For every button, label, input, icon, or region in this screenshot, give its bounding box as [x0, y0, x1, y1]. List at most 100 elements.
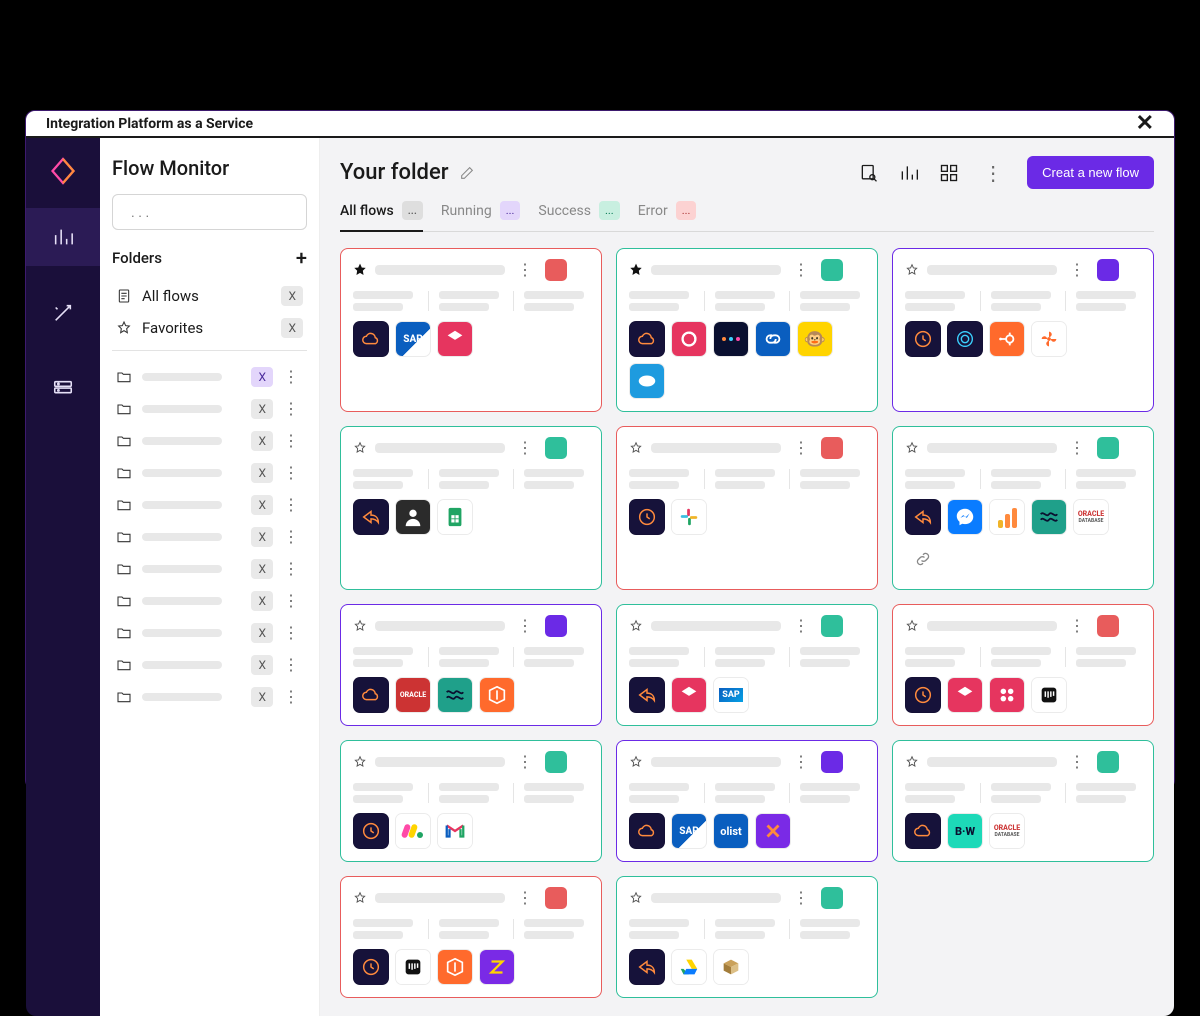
more-icon[interactable]: ⋮	[279, 657, 303, 673]
more-icon[interactable]: ⋮	[279, 369, 303, 385]
card-more-icon[interactable]: ⋮	[513, 262, 537, 278]
more-icon[interactable]: ⋮	[279, 401, 303, 417]
tab-running[interactable]: Running...	[441, 201, 521, 232]
app-chain-icon	[755, 321, 791, 357]
favorite-star-icon[interactable]	[629, 755, 643, 769]
folder-item[interactable]: X⋮	[112, 457, 307, 489]
folder-item[interactable]: X⋮	[112, 489, 307, 521]
favorite-star-icon[interactable]	[905, 441, 919, 455]
flow-card[interactable]: ⋮	[340, 426, 602, 590]
favorite-star-icon[interactable]	[353, 755, 367, 769]
grid-icon[interactable]	[939, 163, 959, 183]
page-title: Your folder	[340, 160, 449, 185]
card-more-icon[interactable]: ⋮	[789, 618, 813, 634]
folder-item[interactable]: X⋮	[112, 617, 307, 649]
favorite-star-icon[interactable]	[905, 755, 919, 769]
tab-error[interactable]: Error...	[638, 201, 697, 232]
flow-card[interactable]: ⋮	[892, 248, 1154, 412]
card-more-icon[interactable]: ⋮	[513, 890, 537, 906]
card-more-icon[interactable]: ⋮	[789, 440, 813, 456]
app-oracle-solid-icon: ORACLE	[395, 677, 431, 713]
folder-item[interactable]: X⋮	[112, 361, 307, 393]
flow-card[interactable]: ⋮B·WORACLEDATABASE	[892, 740, 1154, 862]
flow-card[interactable]: ⋮	[340, 740, 602, 862]
nav-wand[interactable]	[26, 284, 100, 342]
divider	[112, 350, 307, 351]
flow-card[interactable]: ⋮	[340, 876, 602, 998]
folder-icon	[116, 561, 132, 577]
edit-icon[interactable]	[459, 165, 475, 181]
app-mailchimp-icon: 🐵	[797, 321, 833, 357]
more-icon[interactable]: ⋮	[279, 465, 303, 481]
tab-label: Running	[441, 203, 492, 219]
add-folder-button[interactable]: +	[296, 246, 307, 270]
file-search-icon[interactable]	[859, 163, 879, 183]
flow-card[interactable]: ⋮SAP	[616, 604, 878, 726]
close-icon[interactable]: ✕	[1136, 111, 1154, 136]
flow-card[interactable]: ⋮ORACLEDATABASE	[892, 426, 1154, 590]
card-more-icon[interactable]: ⋮	[1065, 440, 1089, 456]
flow-card[interactable]: ⋮	[616, 426, 878, 590]
favorite-star-icon[interactable]	[629, 441, 643, 455]
folder-item[interactable]: X⋮	[112, 681, 307, 713]
favorite-star-icon[interactable]	[905, 619, 919, 633]
app-navy-dots-icon	[713, 321, 749, 357]
favorite-star-icon[interactable]	[629, 891, 643, 905]
count-badge: X	[281, 286, 303, 306]
favorite-star-icon[interactable]	[353, 619, 367, 633]
card-more-icon[interactable]: ⋮	[513, 618, 537, 634]
more-icon[interactable]: ⋮	[279, 433, 303, 449]
app-slack-icon	[671, 499, 707, 535]
card-more-icon[interactable]: ⋮	[789, 262, 813, 278]
flow-card[interactable]: ⋮SAPolist	[616, 740, 878, 862]
card-more-icon[interactable]: ⋮	[789, 890, 813, 906]
more-icon[interactable]: ⋮	[279, 625, 303, 641]
nav-monitor[interactable]	[26, 208, 100, 266]
tab-all-flows[interactable]: All flows...	[340, 201, 423, 232]
search-input-wrap[interactable]	[112, 194, 307, 230]
card-more-icon[interactable]: ⋮	[513, 440, 537, 456]
nav-db[interactable]	[26, 360, 100, 418]
more-icon[interactable]: ⋮	[279, 561, 303, 577]
more-icon[interactable]: ⋮	[279, 529, 303, 545]
flow-card[interactable]: ⋮SAP	[340, 248, 602, 412]
card-more-icon[interactable]: ⋮	[513, 754, 537, 770]
card-title-placeholder	[375, 265, 505, 275]
folder-item[interactable]: X⋮	[112, 425, 307, 457]
chart-icon[interactable]	[899, 163, 919, 183]
app-wavy-icon	[437, 677, 473, 713]
favorite-star-icon[interactable]	[629, 263, 643, 277]
count-badge: X	[251, 623, 273, 643]
flow-card[interactable]: ⋮ ORACLE	[340, 604, 602, 726]
favorite-star-icon[interactable]	[629, 619, 643, 633]
card-stats	[353, 919, 589, 939]
card-more-icon[interactable]: ⋮	[1065, 754, 1089, 770]
folder-item[interactable]: X⋮	[112, 393, 307, 425]
tab-success[interactable]: Success...	[538, 201, 619, 232]
card-apps	[353, 499, 589, 535]
create-flow-button[interactable]: Creat a new flow	[1027, 156, 1154, 189]
search-input[interactable]	[131, 205, 307, 220]
more-icon[interactable]: ⋮	[279, 689, 303, 705]
favorite-star-icon[interactable]	[353, 441, 367, 455]
flow-card[interactable]: ⋮	[892, 604, 1154, 726]
flow-card[interactable]: ⋮🐵	[616, 248, 878, 412]
card-more-icon[interactable]: ⋮	[1065, 618, 1089, 634]
card-more-icon[interactable]: ⋮	[1065, 262, 1089, 278]
more-icon[interactable]: ⋮	[979, 163, 1007, 183]
more-icon[interactable]: ⋮	[279, 593, 303, 609]
favorite-star-icon[interactable]	[905, 263, 919, 277]
more-icon[interactable]: ⋮	[279, 497, 303, 513]
folder-item[interactable]: X⋮	[112, 649, 307, 681]
flow-card[interactable]: ⋮	[616, 876, 878, 998]
link-icon[interactable]	[905, 541, 941, 577]
star-icon	[116, 320, 132, 336]
sidebar-item-favorites[interactable]: Favorites X	[112, 312, 307, 344]
sidebar-item-all-flows[interactable]: All flows X	[112, 280, 307, 312]
folder-item[interactable]: X⋮	[112, 553, 307, 585]
favorite-star-icon[interactable]	[353, 891, 367, 905]
card-more-icon[interactable]: ⋮	[789, 754, 813, 770]
favorite-star-icon[interactable]	[353, 263, 367, 277]
folder-item[interactable]: X⋮	[112, 521, 307, 553]
folder-item[interactable]: X⋮	[112, 585, 307, 617]
